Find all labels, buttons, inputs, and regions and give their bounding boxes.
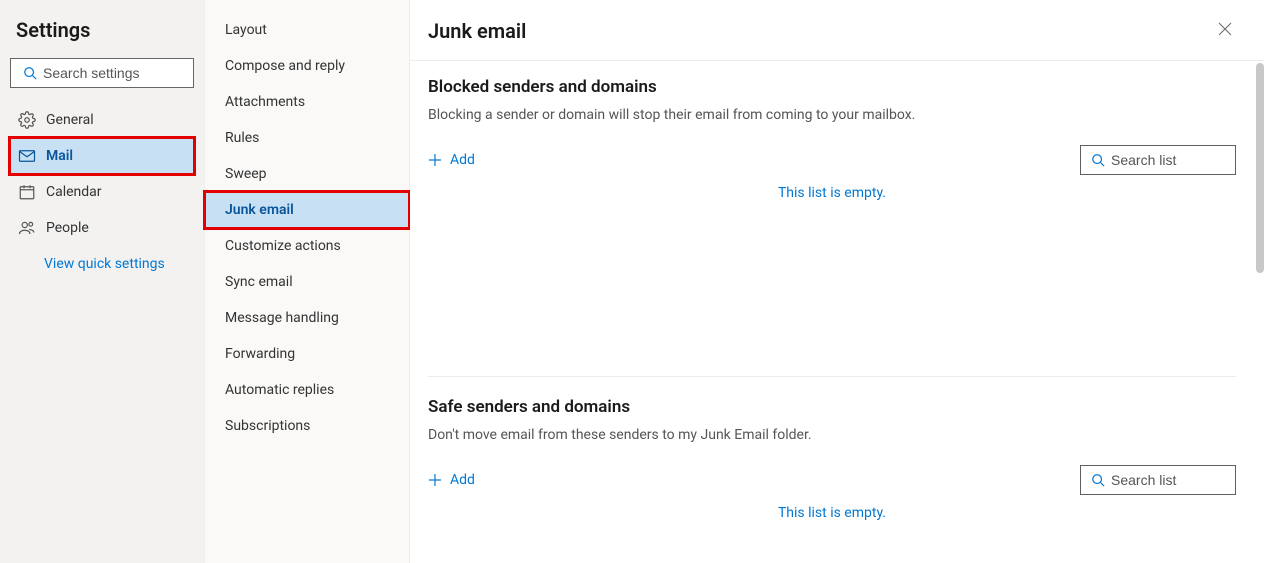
safe-add-button[interactable]: Add bbox=[428, 472, 475, 488]
safe-senders-section: Safe senders and domains Don't move emai… bbox=[428, 397, 1236, 561]
main-header: Junk email bbox=[410, 0, 1264, 61]
blocked-controls-row: Add bbox=[428, 145, 1236, 175]
subnav-item-layout[interactable]: Layout bbox=[205, 12, 409, 48]
sidebar-item-label: Calendar bbox=[46, 184, 102, 200]
subnav-item-sweep[interactable]: Sweep bbox=[205, 156, 409, 192]
calendar-icon bbox=[18, 183, 36, 201]
settings-sidebar: Settings General Mail Calendar People Vi… bbox=[0, 0, 205, 563]
subnav-item-forwarding[interactable]: Forwarding bbox=[205, 336, 409, 372]
mail-subnav: Layout Compose and reply Attachments Rul… bbox=[205, 0, 410, 563]
search-icon bbox=[1091, 473, 1105, 487]
sidebar-item-calendar[interactable]: Calendar bbox=[10, 174, 194, 210]
sidebar-item-label: General bbox=[46, 112, 94, 128]
blocked-add-button[interactable]: Add bbox=[428, 152, 475, 168]
safe-add-label: Add bbox=[450, 472, 475, 488]
mail-icon bbox=[18, 147, 36, 165]
scrollbar[interactable] bbox=[1256, 63, 1264, 273]
blocked-desc: Blocking a sender or domain will stop th… bbox=[428, 107, 1236, 123]
sidebar-item-general[interactable]: General bbox=[10, 102, 194, 138]
main-panel: Junk email Blocked senders and domains B… bbox=[410, 0, 1264, 563]
settings-title: Settings bbox=[16, 18, 194, 42]
main-body: Blocked senders and domains Blocking a s… bbox=[410, 61, 1264, 563]
page-title: Junk email bbox=[428, 19, 526, 43]
sidebar-item-label: Mail bbox=[46, 148, 73, 164]
subnav-item-message-handling[interactable]: Message handling bbox=[205, 300, 409, 336]
plus-icon bbox=[428, 473, 442, 487]
subnav-item-subscriptions[interactable]: Subscriptions bbox=[205, 408, 409, 444]
settings-search-box[interactable] bbox=[10, 58, 194, 88]
safe-search-input[interactable] bbox=[1111, 472, 1227, 488]
blocked-senders-section: Blocked senders and domains Blocking a s… bbox=[428, 77, 1236, 377]
safe-search-box[interactable] bbox=[1080, 465, 1236, 495]
blocked-add-label: Add bbox=[450, 152, 475, 168]
blocked-search-input[interactable] bbox=[1111, 152, 1227, 168]
plus-icon bbox=[428, 153, 442, 167]
search-icon bbox=[23, 66, 37, 80]
subnav-item-customize-actions[interactable]: Customize actions bbox=[205, 228, 409, 264]
subnav-item-compose[interactable]: Compose and reply bbox=[205, 48, 409, 84]
settings-search-input[interactable] bbox=[43, 65, 224, 81]
view-quick-settings-link[interactable]: View quick settings bbox=[10, 246, 194, 272]
search-icon bbox=[1091, 153, 1105, 167]
blocked-search-box[interactable] bbox=[1080, 145, 1236, 175]
gear-icon bbox=[18, 111, 36, 129]
safe-desc: Don't move email from these senders to m… bbox=[428, 427, 1236, 443]
blocked-title: Blocked senders and domains bbox=[428, 77, 1236, 97]
sidebar-item-label: People bbox=[46, 220, 89, 236]
sidebar-item-people[interactable]: People bbox=[10, 210, 194, 246]
blocked-empty-message: This list is empty. bbox=[428, 185, 1236, 201]
subnav-item-sync-email[interactable]: Sync email bbox=[205, 264, 409, 300]
safe-controls-row: Add bbox=[428, 465, 1236, 495]
safe-empty-message: This list is empty. bbox=[428, 505, 1236, 521]
subnav-item-attachments[interactable]: Attachments bbox=[205, 84, 409, 120]
sidebar-item-mail[interactable]: Mail bbox=[10, 138, 194, 174]
subnav-item-automatic-replies[interactable]: Automatic replies bbox=[205, 372, 409, 408]
subnav-item-rules[interactable]: Rules bbox=[205, 120, 409, 156]
subnav-item-junk-email[interactable]: Junk email bbox=[205, 192, 409, 228]
close-button[interactable] bbox=[1214, 18, 1236, 44]
close-icon bbox=[1218, 22, 1232, 36]
safe-title: Safe senders and domains bbox=[428, 397, 1236, 417]
people-icon bbox=[18, 219, 36, 237]
